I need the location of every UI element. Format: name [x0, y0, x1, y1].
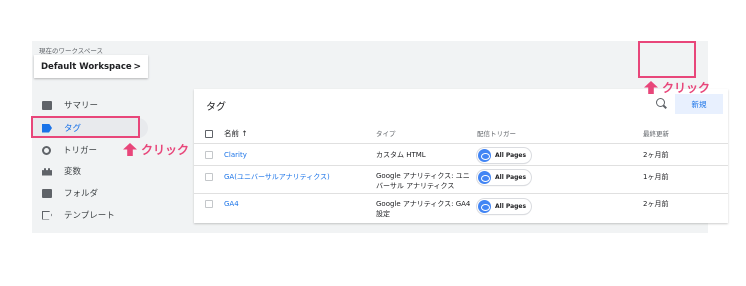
trigger-chip[interactable]: All Pages [477, 148, 531, 163]
sidebar-item-variables[interactable]: 変数 [32, 161, 148, 181]
tag-nav-highlight [31, 116, 140, 138]
folder-icon [42, 100, 52, 110]
trigger-chip-label: All Pages [495, 152, 527, 159]
trigger-icon [42, 145, 51, 155]
column-header-updated[interactable]: 最終更新 [643, 129, 669, 139]
tag-type: Google アナリティクス: ユニバーサル アナリティクス [376, 172, 470, 190]
arrow-up-icon [644, 81, 658, 94]
sidebar-item-folders[interactable]: フォルダ [32, 183, 148, 203]
sidebar-item-label: サマリー [64, 101, 99, 111]
trigger-chip[interactable]: All Pages [477, 170, 531, 185]
workspace-name: Default Workspace [41, 61, 132, 72]
workspace-label: 現在のワークスペース [39, 47, 104, 55]
last-updated: 2ヶ月前 [643, 200, 669, 208]
tag-type: Google アナリティクス: GA4 設定 [376, 200, 471, 218]
last-updated: 1ヶ月前 [643, 173, 669, 181]
row-checkbox[interactable] [205, 151, 213, 159]
chevron-right-icon: > [133, 61, 141, 72]
new-button-highlight [638, 41, 696, 78]
eye-icon [478, 171, 491, 184]
last-updated: 2ヶ月前 [643, 151, 669, 159]
trigger-chip[interactable]: All Pages [477, 199, 531, 214]
template-icon [42, 210, 52, 220]
tag-name-link[interactable]: GA(ユニバーサルアナリティクス) [224, 172, 330, 182]
sidebar-item-label: 変数 [64, 167, 82, 177]
table-header: 名前 ↑ タイプ 配信トリガー 最終更新 [194, 124, 728, 144]
sidebar-item-label: フォルダ [64, 189, 99, 199]
eye-icon [478, 149, 491, 162]
click-text: クリック [141, 143, 190, 157]
sidebar-item-label: トリガー [63, 146, 98, 156]
column-header-trigger[interactable]: 配信トリガー [477, 129, 516, 139]
eye-icon [478, 200, 491, 213]
row-checkbox[interactable] [205, 173, 213, 181]
sidebar-item-label: テンプレート [64, 211, 115, 221]
workspace-selector[interactable]: Default Workspace > [34, 55, 148, 78]
select-all-checkbox[interactable] [205, 130, 213, 138]
new-tag-button[interactable]: 新規 [675, 94, 723, 114]
row-checkbox[interactable] [205, 200, 213, 208]
trigger-chip-label: All Pages [495, 174, 527, 181]
variable-icon [42, 168, 52, 176]
search-icon[interactable] [656, 98, 665, 107]
folder-icon [42, 188, 52, 198]
tag-name-link[interactable]: GA4 [224, 199, 239, 209]
table-row[interactable]: GA4 Google アナリティクス: GA4 設定 All Pages 2ヶ月… [194, 194, 728, 223]
sidebar-item-templates[interactable]: テンプレート [32, 205, 148, 225]
sidebar-item-summary[interactable]: サマリー [32, 95, 148, 115]
click-annotation-new: クリック [644, 79, 710, 96]
column-header-type[interactable]: タイプ [376, 129, 396, 139]
tags-card: タグ 新規 名前 ↑ タイプ 配信トリガー 最終更新 Clarity カスタム … [194, 89, 728, 223]
click-annotation-tags: クリック [123, 141, 189, 158]
column-header-name[interactable]: 名前 ↑ [224, 129, 248, 139]
trigger-chip-label: All Pages [495, 203, 527, 210]
tag-type: カスタム HTML [376, 151, 426, 159]
table-row[interactable]: Clarity カスタム HTML All Pages 2ヶ月前 [194, 144, 728, 166]
arrow-up-icon [123, 143, 137, 156]
page-title: タグ [206, 102, 226, 113]
click-text: クリック [662, 81, 711, 95]
tag-name-link[interactable]: Clarity [224, 150, 247, 160]
table-row[interactable]: GA(ユニバーサルアナリティクス) Google アナリティクス: ユニバーサル… [194, 166, 728, 194]
